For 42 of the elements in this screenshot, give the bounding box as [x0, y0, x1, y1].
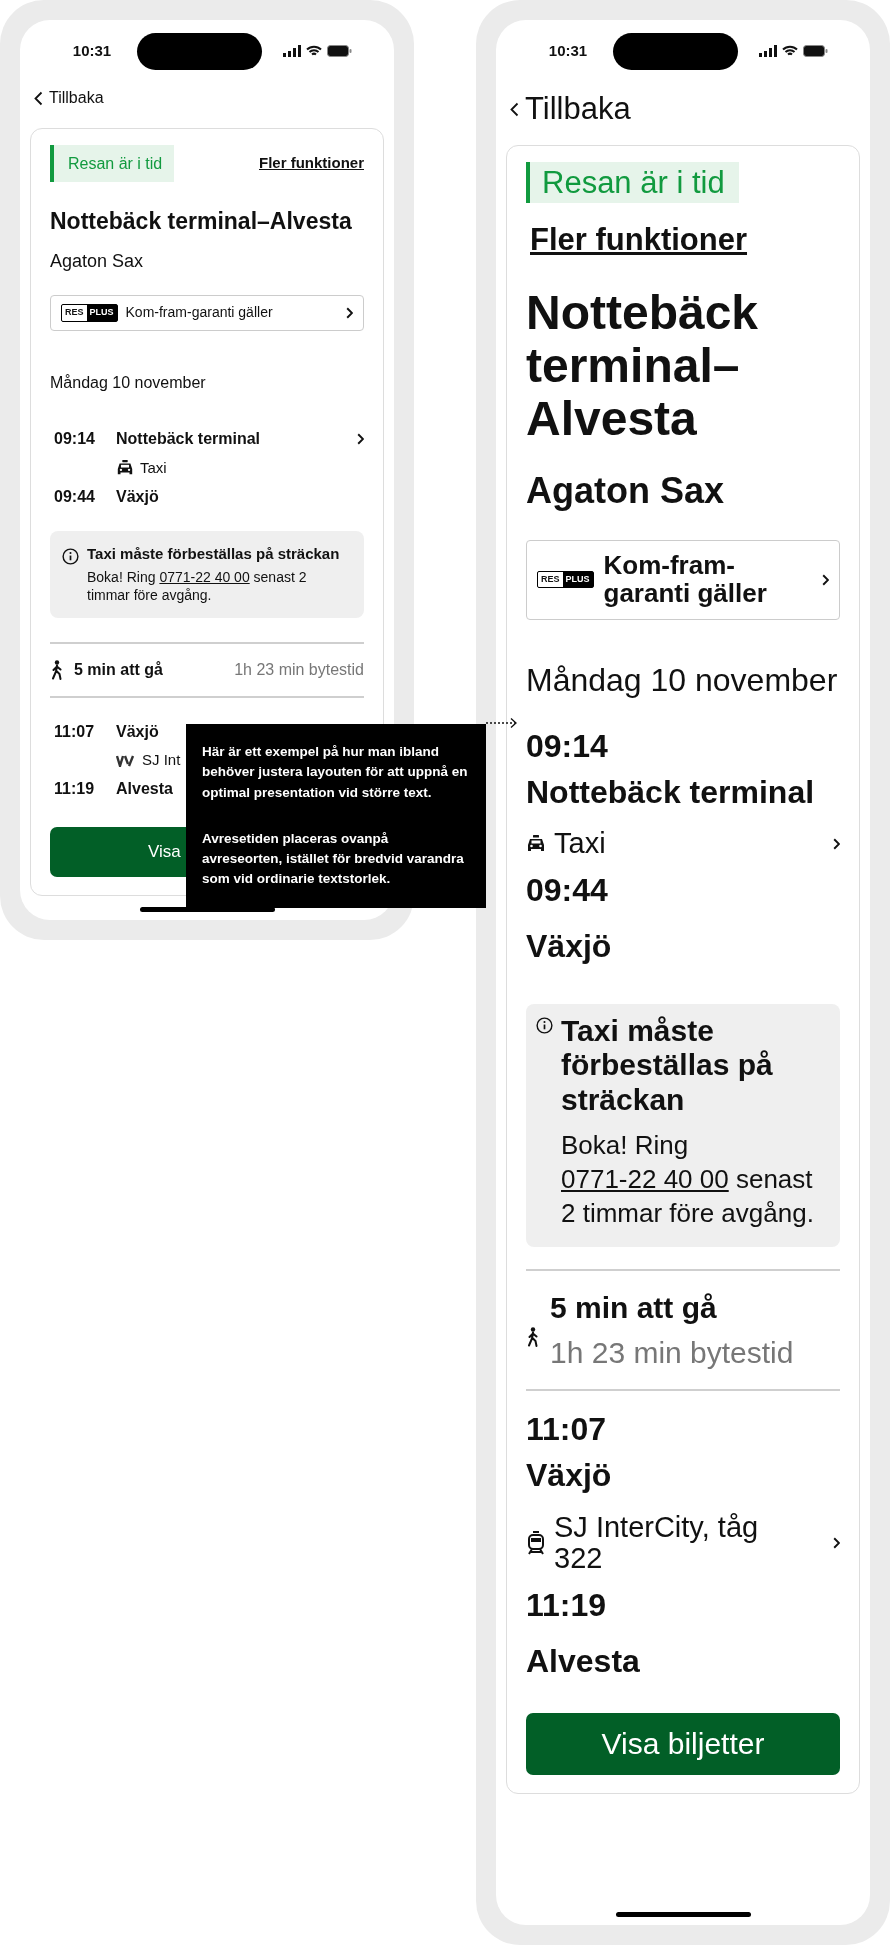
- time-label: 11:07: [526, 1410, 607, 1447]
- stop-name: Nottebäck terminal: [526, 775, 816, 811]
- time-label: 11:19: [526, 1587, 607, 1624]
- passenger-name: Agaton Sax: [526, 468, 726, 513]
- status-badge: Resan är i tid: [526, 161, 739, 203]
- stop-name: Nottebäck terminal: [116, 428, 261, 449]
- time-label: 09:44: [526, 872, 608, 909]
- notice-title: Taxi måste förbeställas på sträckan: [561, 1013, 774, 1118]
- route-title: Nottebäck terminal–Alvesta: [50, 208, 353, 236]
- status-badge: Resan är i tid: [50, 145, 175, 183]
- stop-name: Växjö: [526, 926, 613, 966]
- passenger-name: Agaton Sax: [50, 249, 145, 273]
- time-label: 09:44: [54, 486, 96, 507]
- transport-label: Taxi: [554, 828, 607, 861]
- stop-name: Alvesta: [116, 778, 173, 799]
- time-label: 09:14: [526, 727, 608, 764]
- time-label: 11:19: [54, 778, 96, 799]
- stop-name: Alvesta: [526, 1641, 641, 1681]
- resplus-logo: RES PLUS: [537, 570, 594, 589]
- transport-label: SJ Int: [142, 752, 181, 769]
- transport-label: SJ InterCity, tåg 322: [554, 1511, 760, 1576]
- stop-name: Växjö: [116, 722, 159, 743]
- annotation-text: Här är ett exempel på hur man ibland behöver justera layouten för att uppnå en optimal presentation vid större text.: [202, 743, 469, 802]
- time-label: 11:07: [54, 722, 96, 743]
- stop-name: Växjö: [116, 486, 159, 507]
- stop-name: Växjö: [526, 1458, 613, 1494]
- status-time: 10:31: [547, 40, 589, 61]
- walk-duration: 5 min att gå: [74, 660, 163, 681]
- transfer-time: 1h 23 min bytestid: [234, 660, 364, 681]
- date-heading: Måndag 10 november: [526, 660, 839, 700]
- route-title: Nottebäck terminal–Alvesta: [526, 287, 760, 446]
- date-heading: Måndag 10 november: [50, 372, 207, 393]
- notice-text: Boka! Ring 0771-22 40 00 senast 2 timmar före avgång.: [561, 1129, 815, 1230]
- notice-title: Taxi måste förbeställas på sträckan: [87, 544, 341, 563]
- status-time: 10:31: [71, 40, 113, 61]
- annotation-text: Avresetiden placeras ovanpå avreseorten, istället för bredvid varandra som vid ordinarie textstorlek.: [202, 829, 465, 889]
- transport-label: Taxi: [140, 459, 167, 477]
- time-label: 09:14: [54, 428, 96, 449]
- notice-text: Boka! Ring 0771-22 40 00 senast 2 timmar före avgång.: [87, 568, 308, 605]
- resplus-logo: RES PLUS: [61, 304, 118, 322]
- transfer-time: 1h 23 min bytestid: [550, 1334, 795, 1371]
- walk-duration: 5 min att gå: [550, 1289, 718, 1326]
